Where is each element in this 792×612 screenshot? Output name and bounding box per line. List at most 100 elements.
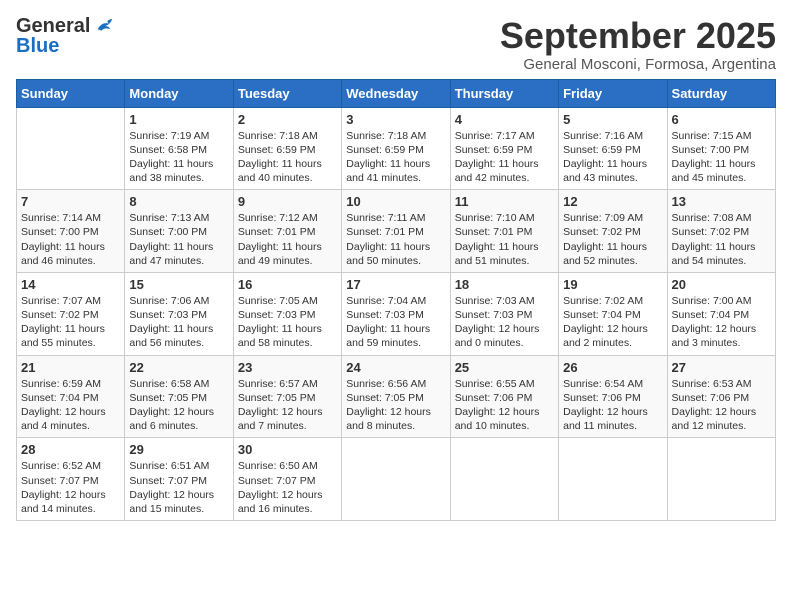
day-info: Sunrise: 7:18 AMSunset: 6:59 PMDaylight:… xyxy=(346,129,445,186)
day-of-week-sunday: Sunday xyxy=(17,79,125,107)
calendar-cell: 6 Sunrise: 7:15 AMSunset: 7:00 PMDaylight… xyxy=(667,107,775,190)
day-info: Sunrise: 7:07 AMSunset: 7:02 PMDaylight:… xyxy=(21,294,120,351)
day-info: Sunrise: 6:59 AMSunset: 7:04 PMDaylight:… xyxy=(21,377,120,434)
calendar-cell: 2 Sunrise: 7:18 AMSunset: 6:59 PMDaylight… xyxy=(233,107,341,190)
day-number: 5 xyxy=(563,112,662,127)
day-info: Sunrise: 6:56 AMSunset: 7:05 PMDaylight:… xyxy=(346,377,445,434)
day-number: 23 xyxy=(238,360,337,375)
day-info: Sunrise: 7:13 AMSunset: 7:00 PMDaylight:… xyxy=(129,211,228,268)
day-info: Sunrise: 6:51 AMSunset: 7:07 PMDaylight:… xyxy=(129,459,228,516)
day-of-week-thursday: Thursday xyxy=(450,79,558,107)
day-number: 25 xyxy=(455,360,554,375)
calendar-cell: 1Sunrise: 7:19 AMSunset: 6:58 PMDaylight… xyxy=(125,107,233,190)
day-number: 9 xyxy=(238,194,337,209)
calendar-cell: 9 Sunrise: 7:12 AMSunset: 7:01 PMDaylight… xyxy=(233,190,341,273)
day-info: Sunrise: 6:55 AMSunset: 7:06 PMDaylight:… xyxy=(455,377,554,434)
calendar-cell: 13Sunrise: 7:08 AMSunset: 7:02 PMDayligh… xyxy=(667,190,775,273)
day-of-week-tuesday: Tuesday xyxy=(233,79,341,107)
day-info: Sunrise: 7:06 AMSunset: 7:03 PMDaylight:… xyxy=(129,294,228,351)
day-number: 12 xyxy=(563,194,662,209)
calendar-cell: 18 Sunrise: 7:03 AMSunset: 7:03 PMDayligh… xyxy=(450,272,558,355)
logo-bird-icon xyxy=(94,16,116,38)
day-number: 13 xyxy=(672,194,771,209)
day-number: 24 xyxy=(346,360,445,375)
calendar-week-row: 21 Sunrise: 6:59 AMSunset: 7:04 PMDayligh… xyxy=(17,355,776,438)
calendar-week-row: 14 Sunrise: 7:07 AMSunset: 7:02 PMDayligh… xyxy=(17,272,776,355)
calendar-cell xyxy=(450,438,558,521)
calendar-week-row: 7 Sunrise: 7:14 AMSunset: 7:00 PMDaylight… xyxy=(17,190,776,273)
subtitle: General Mosconi, Formosa, Argentina xyxy=(500,56,776,73)
day-number: 19 xyxy=(563,277,662,292)
day-number: 2 xyxy=(238,112,337,127)
day-info: Sunrise: 6:57 AMSunset: 7:05 PMDaylight:… xyxy=(238,377,337,434)
day-info: Sunrise: 7:04 AMSunset: 7:03 PMDaylight:… xyxy=(346,294,445,351)
title-area: September 2025 General Mosconi, Formosa,… xyxy=(500,16,776,73)
day-number: 17 xyxy=(346,277,445,292)
day-of-week-saturday: Saturday xyxy=(667,79,775,107)
day-number: 26 xyxy=(563,360,662,375)
day-info: Sunrise: 7:02 AMSunset: 7:04 PMDaylight:… xyxy=(563,294,662,351)
day-info: Sunrise: 7:14 AMSunset: 7:00 PMDaylight:… xyxy=(21,211,120,268)
day-info: Sunrise: 7:19 AMSunset: 6:58 PMDaylight:… xyxy=(129,129,228,186)
day-number: 27 xyxy=(672,360,771,375)
calendar-cell: 16 Sunrise: 7:05 AMSunset: 7:03 PMDayligh… xyxy=(233,272,341,355)
day-of-week-monday: Monday xyxy=(125,79,233,107)
calendar-cell: 3 Sunrise: 7:18 AMSunset: 6:59 PMDaylight… xyxy=(342,107,450,190)
calendar-cell: 4 Sunrise: 7:17 AMSunset: 6:59 PMDaylight… xyxy=(450,107,558,190)
day-info: Sunrise: 7:05 AMSunset: 7:03 PMDaylight:… xyxy=(238,294,337,351)
day-info: Sunrise: 6:58 AMSunset: 7:05 PMDaylight:… xyxy=(129,377,228,434)
day-number: 4 xyxy=(455,112,554,127)
day-number: 7 xyxy=(21,194,120,209)
day-number: 14 xyxy=(21,277,120,292)
calendar-header-row: SundayMondayTuesdayWednesdayThursdayFrid… xyxy=(17,79,776,107)
day-number: 15 xyxy=(129,277,228,292)
day-number: 22 xyxy=(129,360,228,375)
calendar-cell: 25 Sunrise: 6:55 AMSunset: 7:06 PMDayligh… xyxy=(450,355,558,438)
day-number: 10 xyxy=(346,194,445,209)
day-number: 18 xyxy=(455,277,554,292)
calendar-cell: 24 Sunrise: 6:56 AMSunset: 7:05 PMDayligh… xyxy=(342,355,450,438)
calendar-week-row: 28 Sunrise: 6:52 AMSunset: 7:07 PMDayligh… xyxy=(17,438,776,521)
calendar-cell xyxy=(342,438,450,521)
logo: General Blue xyxy=(16,16,116,56)
calendar-cell: 27Sunrise: 6:53 AMSunset: 7:06 PMDayligh… xyxy=(667,355,775,438)
day-number: 30 xyxy=(238,442,337,457)
calendar-cell xyxy=(17,107,125,190)
day-info: Sunrise: 7:16 AMSunset: 6:59 PMDaylight:… xyxy=(563,129,662,186)
calendar-cell: 8Sunrise: 7:13 AMSunset: 7:00 PMDaylight… xyxy=(125,190,233,273)
calendar-cell: 29Sunrise: 6:51 AMSunset: 7:07 PMDayligh… xyxy=(125,438,233,521)
calendar-cell: 26 Sunrise: 6:54 AMSunset: 7:06 PMDayligh… xyxy=(559,355,667,438)
calendar-cell: 12Sunrise: 7:09 AMSunset: 7:02 PMDayligh… xyxy=(559,190,667,273)
day-number: 3 xyxy=(346,112,445,127)
day-info: Sunrise: 7:12 AMSunset: 7:01 PMDaylight:… xyxy=(238,211,337,268)
day-info: Sunrise: 7:00 AMSunset: 7:04 PMDaylight:… xyxy=(672,294,771,351)
day-info: Sunrise: 7:11 AMSunset: 7:01 PMDaylight:… xyxy=(346,211,445,268)
day-info: Sunrise: 6:52 AMSunset: 7:07 PMDaylight:… xyxy=(21,459,120,516)
calendar-cell: 15 Sunrise: 7:06 AMSunset: 7:03 PMDayligh… xyxy=(125,272,233,355)
header: General Blue September 2025 General Mosc… xyxy=(16,16,776,73)
logo-general: General xyxy=(16,16,90,36)
calendar-cell: 22 Sunrise: 6:58 AMSunset: 7:05 PMDayligh… xyxy=(125,355,233,438)
day-number: 21 xyxy=(21,360,120,375)
day-number: 16 xyxy=(238,277,337,292)
calendar-table: SundayMondayTuesdayWednesdayThursdayFrid… xyxy=(16,79,776,521)
day-info: Sunrise: 7:15 AMSunset: 7:00 PMDaylight:… xyxy=(672,129,771,186)
day-info: Sunrise: 6:50 AMSunset: 7:07 PMDaylight:… xyxy=(238,459,337,516)
day-info: Sunrise: 7:03 AMSunset: 7:03 PMDaylight:… xyxy=(455,294,554,351)
day-info: Sunrise: 7:17 AMSunset: 6:59 PMDaylight:… xyxy=(455,129,554,186)
calendar-cell: 23 Sunrise: 6:57 AMSunset: 7:05 PMDayligh… xyxy=(233,355,341,438)
day-number: 11 xyxy=(455,194,554,209)
calendar-cell: 14 Sunrise: 7:07 AMSunset: 7:02 PMDayligh… xyxy=(17,272,125,355)
calendar-cell: 11Sunrise: 7:10 AMSunset: 7:01 PMDayligh… xyxy=(450,190,558,273)
day-info: Sunrise: 7:18 AMSunset: 6:59 PMDaylight:… xyxy=(238,129,337,186)
day-number: 28 xyxy=(21,442,120,457)
day-of-week-wednesday: Wednesday xyxy=(342,79,450,107)
day-info: Sunrise: 6:54 AMSunset: 7:06 PMDaylight:… xyxy=(563,377,662,434)
day-number: 6 xyxy=(672,112,771,127)
calendar-week-row: 1Sunrise: 7:19 AMSunset: 6:58 PMDaylight… xyxy=(17,107,776,190)
calendar-cell: 19 Sunrise: 7:02 AMSunset: 7:04 PMDayligh… xyxy=(559,272,667,355)
day-number: 20 xyxy=(672,277,771,292)
calendar-cell: 28 Sunrise: 6:52 AMSunset: 7:07 PMDayligh… xyxy=(17,438,125,521)
calendar-cell: 7 Sunrise: 7:14 AMSunset: 7:00 PMDaylight… xyxy=(17,190,125,273)
calendar-cell: 30 Sunrise: 6:50 AMSunset: 7:07 PMDayligh… xyxy=(233,438,341,521)
